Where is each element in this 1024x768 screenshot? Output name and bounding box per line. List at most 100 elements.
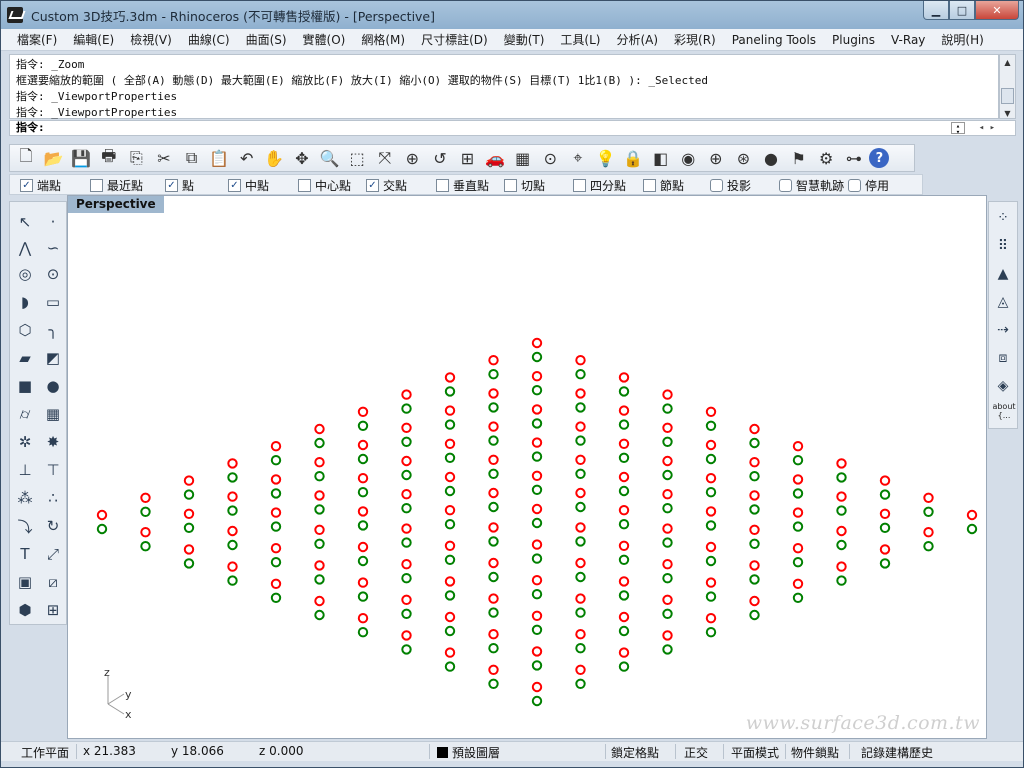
control-point-red[interactable] [488, 522, 499, 533]
control-point-green[interactable] [488, 435, 499, 446]
control-point-red[interactable] [923, 492, 934, 503]
about-label[interactable]: about {... [991, 402, 1017, 420]
circle-icon[interactable]: ◎ [13, 262, 37, 286]
control-point-red[interactable] [531, 610, 543, 621]
control-point-red[interactable] [314, 490, 325, 501]
import-icon[interactable]: ⎘ [124, 146, 148, 170]
control-point-green[interactable] [531, 451, 543, 462]
control-point-green[interactable] [662, 469, 673, 481]
control-point-green[interactable] [662, 537, 673, 548]
control-point-green[interactable] [531, 624, 543, 635]
control-point-green[interactable] [836, 505, 847, 516]
grid-point-pair[interactable] [270, 441, 282, 466]
control-point-green[interactable] [575, 402, 586, 413]
grid-point-pair[interactable] [357, 577, 369, 602]
grid-point-pair[interactable] [662, 523, 673, 548]
grid-point-pair[interactable] [270, 578, 282, 603]
grid-point-pair[interactable] [227, 561, 238, 586]
control-point-red[interactable] [444, 576, 456, 587]
osnap-item[interactable]: 中心點 [298, 177, 351, 194]
grid-point-pair[interactable] [575, 522, 586, 547]
grid-point-pair[interactable] [270, 474, 282, 499]
control-point-red[interactable] [575, 664, 586, 675]
control-point-red[interactable] [531, 539, 543, 550]
grid-point-pair[interactable] [314, 457, 325, 482]
control-point-green[interactable] [531, 695, 543, 707]
sphere-mesh-icon[interactable]: ⊛ [731, 146, 755, 170]
color-wheel-icon[interactable]: ◉ [676, 146, 700, 170]
control-point-green[interactable] [575, 678, 586, 689]
grid-point-pair[interactable] [575, 629, 586, 654]
control-point-green[interactable] [618, 386, 630, 397]
control-point-green[interactable] [705, 420, 717, 432]
control-point-green[interactable] [270, 592, 282, 603]
command-history[interactable]: 指令: _Zoom 框選要縮放的範圍 ( 全部(A) 動態(D) 最大範圍(E)… [9, 54, 999, 119]
control-point-red[interactable] [662, 630, 673, 641]
text-icon[interactable]: T [13, 542, 37, 566]
grid-point-pair[interactable] [401, 455, 412, 481]
control-point-red[interactable] [227, 561, 238, 572]
control-point-green[interactable] [662, 403, 673, 414]
grid-point-pair[interactable] [575, 388, 586, 413]
control-point-green[interactable] [575, 369, 586, 380]
control-point-green[interactable] [96, 523, 108, 535]
maximize-button[interactable]: □ [949, 1, 975, 20]
point-icon[interactable]: · [41, 210, 65, 234]
control-point-green[interactable] [705, 453, 717, 465]
control-point-red[interactable] [314, 457, 325, 468]
ellipse-icon[interactable]: ⊙ [41, 262, 65, 286]
boolean-icon[interactable]: ✲ [13, 430, 37, 454]
grid-point-pair[interactable] [749, 560, 760, 585]
grid-point-pair[interactable] [662, 559, 673, 584]
control-point-green[interactable] [444, 452, 456, 463]
grid-point-pair[interactable] [444, 647, 456, 672]
viewport-tab[interactable]: Perspective [68, 196, 164, 213]
menu-edit[interactable]: 編輯(E) [73, 31, 114, 48]
grid-point-pair[interactable] [879, 508, 891, 533]
grid-point-pair[interactable] [662, 422, 673, 448]
control-point-red[interactable] [662, 489, 673, 500]
grid-point-pair[interactable] [705, 613, 717, 638]
control-point-green[interactable] [357, 420, 369, 432]
control-point-red[interactable] [401, 389, 412, 400]
control-point-red[interactable] [575, 522, 586, 533]
control-point-green[interactable] [749, 437, 760, 449]
grid-point-pair[interactable] [966, 509, 978, 535]
menu-plugins[interactable]: Plugins [832, 33, 875, 47]
new-icon[interactable]: 🗋 [14, 146, 38, 170]
control-point-red[interactable] [488, 557, 499, 569]
menu-surface[interactable]: 曲面(S) [246, 31, 287, 48]
grid-point-pair[interactable] [401, 630, 412, 655]
control-point-red[interactable] [618, 611, 630, 623]
control-point-green[interactable] [444, 590, 456, 601]
control-point-green[interactable] [401, 403, 412, 414]
control-point-green[interactable] [531, 589, 543, 600]
control-point-red[interactable] [705, 506, 717, 517]
zoom-window-icon[interactable]: ⬚ [345, 146, 369, 170]
control-point-red[interactable] [618, 505, 630, 516]
cylinder-icon[interactable]: ⌭ [13, 402, 37, 426]
control-point-green[interactable] [531, 418, 543, 429]
control-point-red[interactable] [357, 506, 369, 517]
control-point-red[interactable] [314, 595, 325, 607]
join-icon[interactable]: ∴ [41, 486, 65, 510]
control-point-red[interactable] [270, 578, 282, 589]
rotate-icon[interactable]: ↻ [41, 514, 65, 538]
control-point-red[interactable] [444, 611, 456, 623]
control-point-green[interactable] [531, 553, 543, 564]
grid-point-pair[interactable] [749, 524, 760, 549]
control-point-green[interactable] [879, 522, 891, 533]
control-point-red[interactable] [923, 527, 934, 538]
control-point-red[interactable] [879, 475, 891, 486]
grid-point-pair[interactable] [444, 471, 456, 497]
control-point-green[interactable] [314, 437, 325, 449]
grid-icon[interactable]: ▦ [511, 146, 535, 170]
grid-point-pair[interactable] [618, 576, 630, 601]
menu-curve[interactable]: 曲線(C) [188, 31, 230, 48]
control-point-red[interactable] [227, 491, 238, 502]
offset-icon[interactable]: ⤵ [13, 514, 37, 538]
control-point-red[interactable] [444, 471, 456, 483]
grid-point-pair[interactable] [488, 388, 499, 413]
grid-point-pair[interactable] [401, 594, 412, 619]
grid-point-pair[interactable] [705, 473, 717, 498]
